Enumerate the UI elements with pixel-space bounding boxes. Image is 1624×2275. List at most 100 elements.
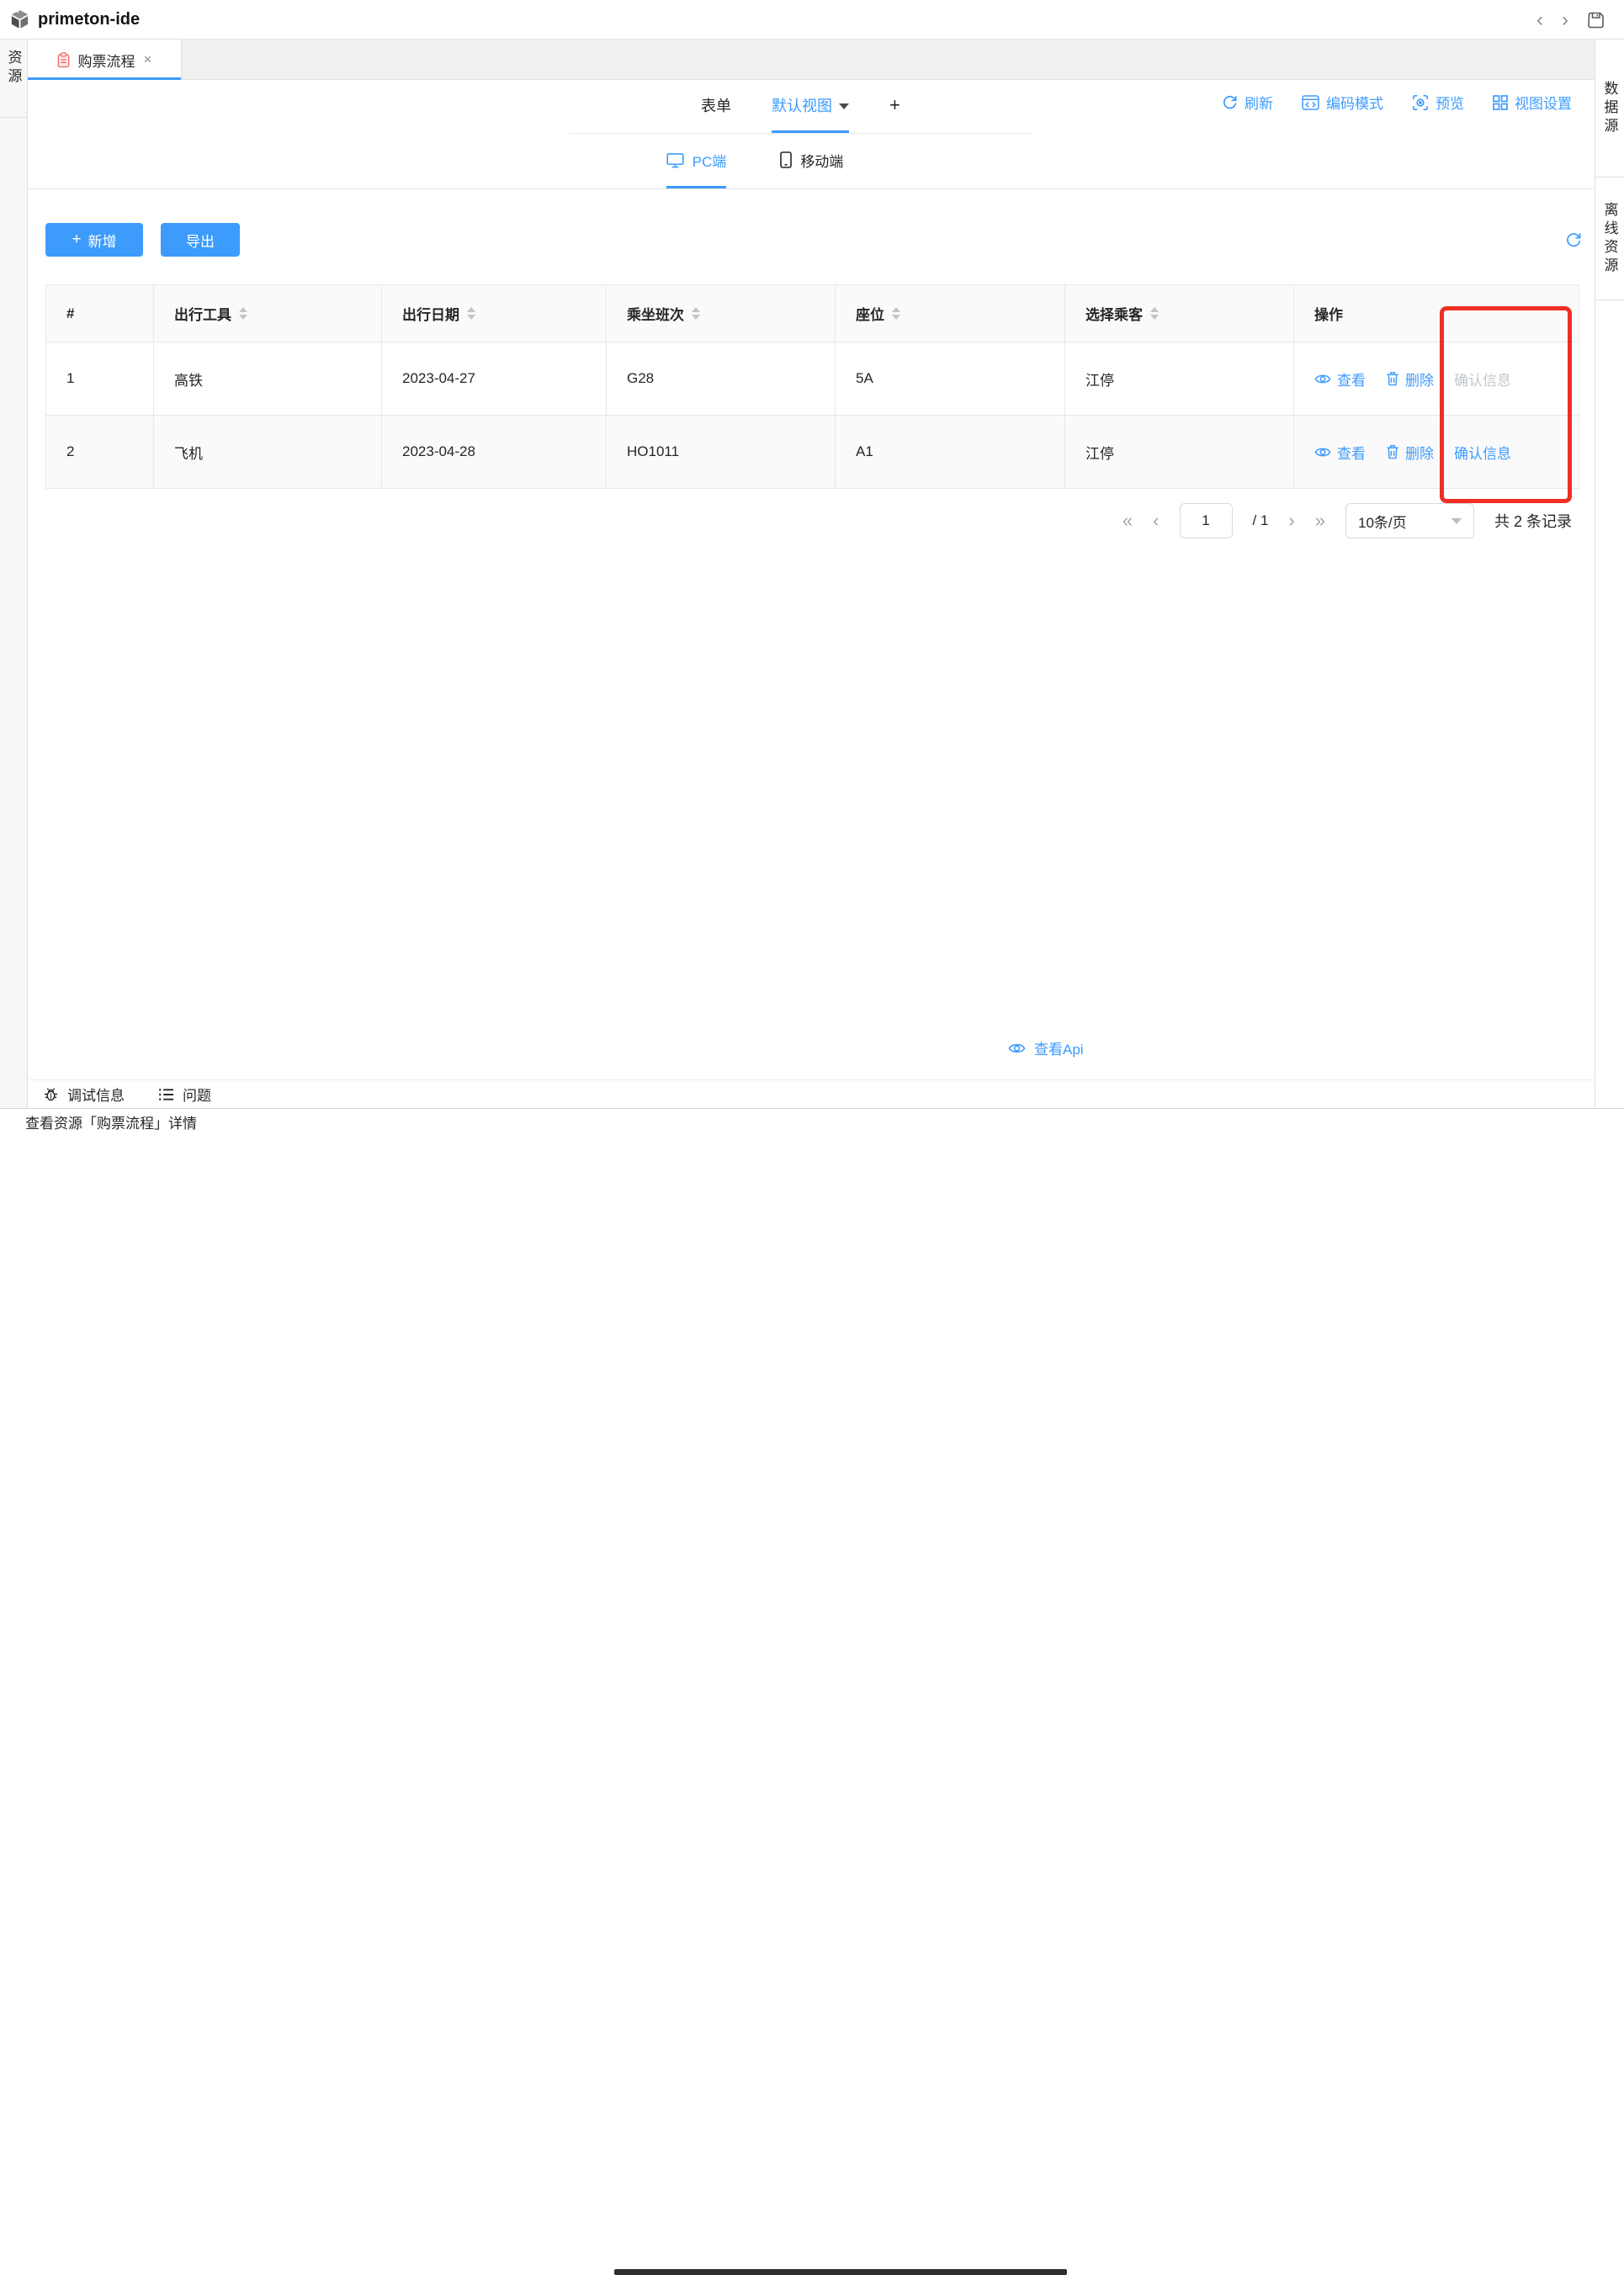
rail-resources-label: 资源: [3, 50, 24, 117]
col-passenger[interactable]: 选择乘客: [1065, 285, 1294, 342]
sort-icon[interactable]: [692, 307, 700, 320]
col-date[interactable]: 出行日期: [382, 285, 607, 342]
tab-mobile-label: 移动端: [800, 150, 843, 171]
eye-icon: [1008, 1042, 1026, 1055]
cell-index: 2: [46, 416, 154, 489]
plus-icon: +: [889, 94, 900, 116]
preview-icon: [1412, 94, 1429, 111]
rail-offline-label: 离线资源: [1600, 202, 1621, 276]
col-vehicle[interactable]: 出行工具: [154, 285, 382, 342]
bottom-panel-bar: 调试信息 问题: [28, 1079, 1595, 1108]
view-link-label: 查看: [1337, 442, 1366, 463]
nav-back-icon[interactable]: ‹: [1536, 10, 1543, 30]
export-button[interactable]: 导出: [161, 223, 240, 257]
tab-mobile[interactable]: 移动端: [780, 134, 843, 188]
view-link[interactable]: 查看: [1314, 369, 1366, 390]
nav-forward-icon[interactable]: ›: [1562, 10, 1568, 30]
problems-button[interactable]: 问题: [158, 1084, 211, 1105]
editor-tab-bar: 购票流程 ×: [28, 40, 1595, 80]
rail-offline-resources[interactable]: 离线资源: [1595, 178, 1624, 300]
table-row: 2 飞机 2023-04-28 HO1011 A1 江停 查看: [46, 416, 1579, 489]
delete-link[interactable]: 删除: [1386, 442, 1434, 463]
main-content: 表单 默认视图 + 刷新: [28, 80, 1595, 1079]
first-page-icon[interactable]: «: [1122, 512, 1133, 530]
cell-seat: A1: [836, 416, 1065, 489]
refresh-label: 刷新: [1245, 92, 1273, 113]
code-mode-label: 编码模式: [1326, 92, 1383, 113]
tab-pc[interactable]: PC端: [666, 134, 727, 188]
app-logo-icon: [8, 8, 31, 31]
delete-link[interactable]: 删除: [1386, 369, 1434, 390]
document-icon: [57, 52, 70, 68]
topbar-actions: ‹ ›: [1536, 0, 1605, 40]
cell-vehicle: 高铁: [154, 342, 382, 416]
cell-index: 1: [46, 342, 154, 416]
confirm-info-label: 确认信息: [1454, 369, 1511, 390]
cell-date: 2023-04-28: [382, 416, 607, 489]
pagination: « ‹ 1 / 1 › » 10条/页 共 2 条记录: [1122, 502, 1572, 539]
col-actions: 操作: [1294, 285, 1579, 342]
code-mode-button[interactable]: 编码模式: [1302, 92, 1383, 113]
confirm-info-link[interactable]: 确认信息: [1454, 369, 1511, 390]
taskbar-edge: [614, 2269, 1067, 2275]
trash-icon: [1386, 371, 1399, 386]
problems-label: 问题: [183, 1084, 211, 1105]
page-total-label: / 1: [1253, 512, 1269, 529]
sort-icon[interactable]: [892, 307, 900, 320]
prev-page-icon[interactable]: ‹: [1153, 512, 1159, 530]
last-page-icon[interactable]: »: [1315, 512, 1325, 530]
save-icon[interactable]: [1587, 11, 1605, 29]
device-tabs: PC端 移动端: [28, 134, 1595, 189]
page-number-input[interactable]: 1: [1180, 503, 1233, 538]
close-icon[interactable]: ×: [144, 51, 152, 68]
grid-icon: [1493, 95, 1508, 110]
preview-label: 预览: [1436, 92, 1464, 113]
cell-trip: G28: [607, 342, 836, 416]
view-settings-button[interactable]: 视图设置: [1493, 92, 1572, 113]
phone-icon: [780, 151, 792, 168]
list-icon: [158, 1088, 174, 1101]
refresh-button[interactable]: 刷新: [1222, 92, 1273, 113]
sort-icon[interactable]: [467, 307, 475, 320]
tab-form-label: 表单: [701, 94, 731, 116]
view-link[interactable]: 查看: [1314, 442, 1366, 463]
status-bar: 查看资源「购票流程」详情: [0, 1108, 1624, 1134]
confirm-info-label: 确认信息: [1454, 442, 1511, 463]
preview-button[interactable]: 预览: [1412, 92, 1464, 113]
table-refresh-icon[interactable]: [1565, 231, 1582, 248]
view-api-link[interactable]: 查看Api: [1008, 1037, 1084, 1058]
records-table: # 出行工具 出行日期 乘坐班次 座位 选择乘客 操作 1 高铁 2023-04…: [45, 284, 1579, 489]
refresh-icon: [1222, 94, 1238, 110]
cell-passenger: 江停: [1065, 342, 1294, 416]
page-size-select[interactable]: 10条/页: [1345, 503, 1474, 538]
bug-icon: [43, 1086, 59, 1102]
monitor-icon: [666, 152, 684, 168]
editor-tab-ticket-flow[interactable]: 购票流程 ×: [28, 40, 182, 80]
table-row: 1 高铁 2023-04-27 G28 5A 江停 查看: [46, 342, 1579, 416]
chevron-down-icon: [1452, 518, 1462, 524]
tab-pc-label: PC端: [693, 150, 727, 171]
plus-icon: +: [72, 231, 81, 249]
add-view-button[interactable]: +: [889, 80, 900, 133]
bottom-strip: [0, 1134, 1624, 1141]
add-button[interactable]: + 新增: [45, 223, 143, 257]
debug-info-button[interactable]: 调试信息: [43, 1084, 125, 1105]
tab-form[interactable]: 表单: [701, 80, 731, 133]
next-page-icon[interactable]: ›: [1288, 512, 1294, 530]
view-toolbar: 刷新 编码模式 预览: [1222, 92, 1572, 113]
col-trip[interactable]: 乘坐班次: [607, 285, 836, 342]
chevron-down-icon[interactable]: [839, 103, 849, 109]
tab-default-view[interactable]: 默认视图: [772, 80, 849, 133]
confirm-info-link[interactable]: 确认信息: [1454, 442, 1511, 463]
tab-default-view-label: 默认视图: [772, 94, 832, 116]
rail-datasource[interactable]: 数据源: [1595, 40, 1624, 178]
cell-seat: 5A: [836, 342, 1065, 416]
rail-resources[interactable]: 资源: [0, 40, 27, 118]
eye-icon: [1314, 446, 1331, 459]
cell-trip: HO1011: [607, 416, 836, 489]
sort-icon[interactable]: [239, 307, 247, 320]
sort-icon[interactable]: [1150, 307, 1159, 320]
view-tabs: 表单 默认视图 +: [570, 80, 1032, 134]
col-seat[interactable]: 座位: [836, 285, 1065, 342]
export-button-label: 导出: [186, 230, 215, 251]
